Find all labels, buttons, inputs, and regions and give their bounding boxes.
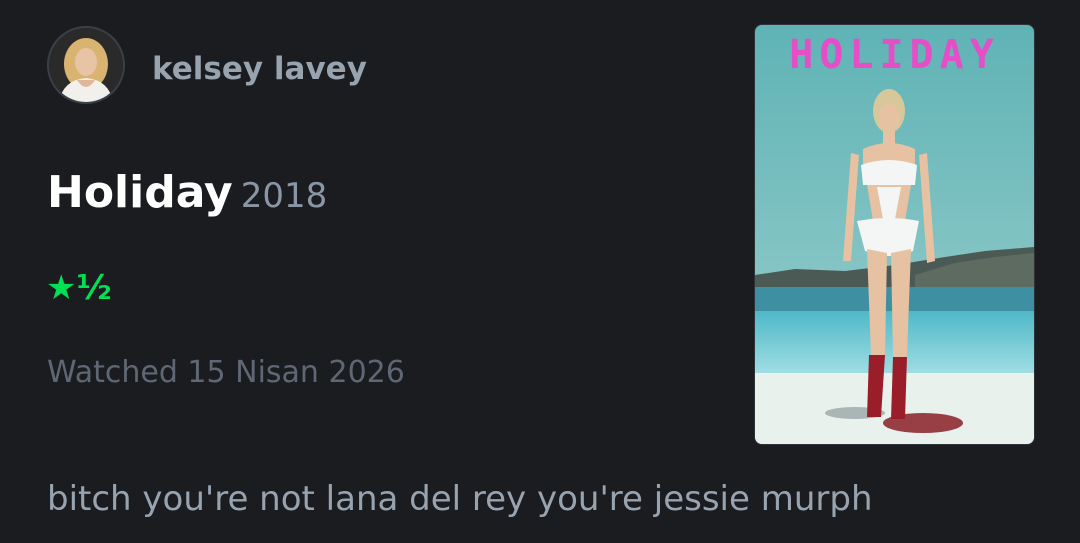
- film-heading: Holiday 2018: [47, 165, 327, 230]
- poster-title: HOLIDAY: [789, 32, 1000, 78]
- star-rating: ★½: [46, 268, 112, 308]
- review-text: bitch you're not lana del rey you're jes…: [47, 479, 873, 519]
- film-title[interactable]: Holiday: [47, 167, 233, 218]
- film-poster[interactable]: HOLIDAY: [754, 24, 1035, 445]
- user-avatar[interactable]: [47, 26, 125, 104]
- watched-date: Watched 15 Nisan 2026: [47, 355, 405, 390]
- username[interactable]: kelsey lavey: [152, 50, 367, 88]
- film-year[interactable]: 2018: [241, 176, 328, 216]
